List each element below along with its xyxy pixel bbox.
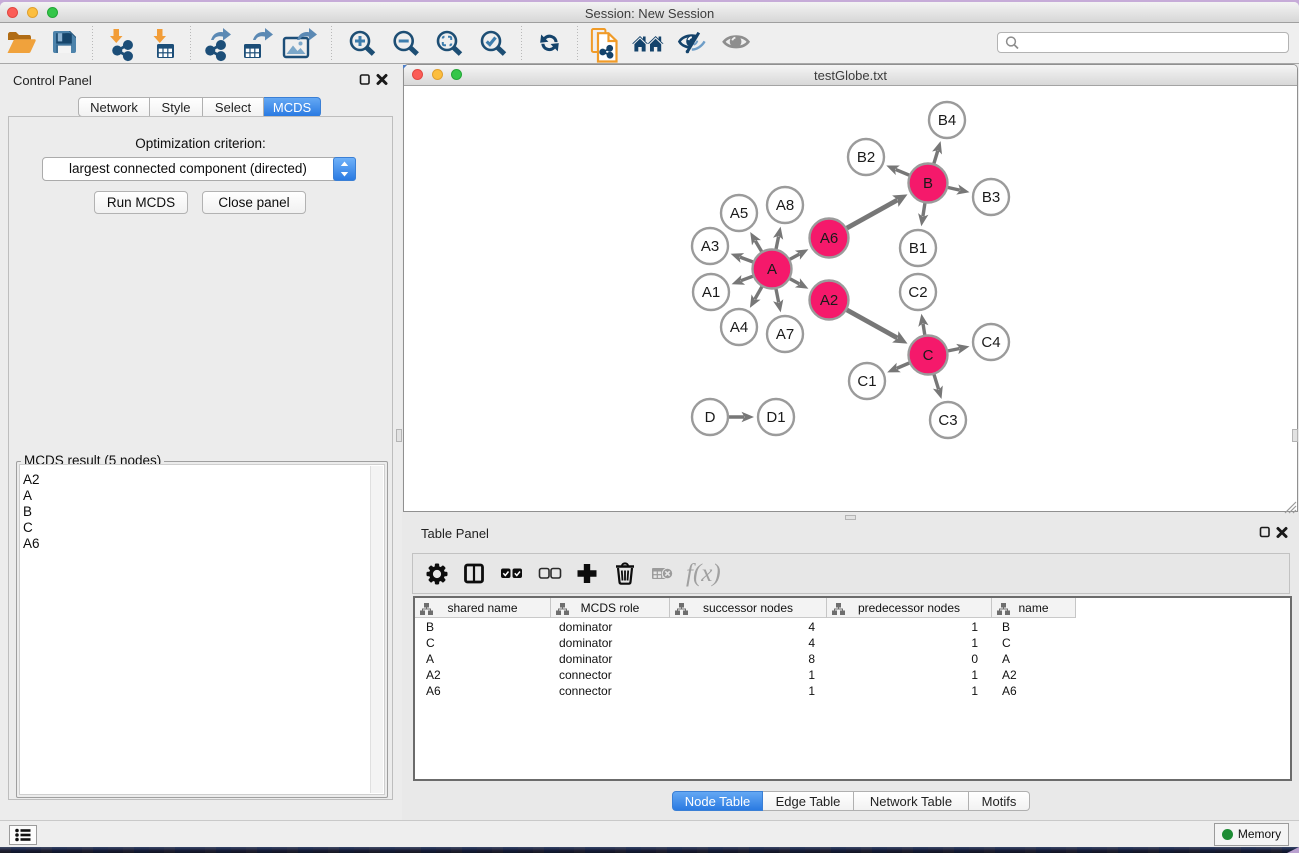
svg-text:D1: D1 bbox=[766, 409, 785, 426]
svg-text:A5: A5 bbox=[730, 205, 748, 222]
svg-text:A: A bbox=[767, 261, 777, 278]
svg-text:B1: B1 bbox=[909, 240, 927, 257]
svg-text:A7: A7 bbox=[776, 326, 794, 343]
svg-text:A1: A1 bbox=[702, 284, 720, 301]
svg-text:B3: B3 bbox=[982, 189, 1000, 206]
svg-text:B4: B4 bbox=[938, 112, 956, 129]
svg-text:A3: A3 bbox=[701, 238, 719, 255]
svg-text:A6: A6 bbox=[820, 230, 838, 247]
svg-text:A2: A2 bbox=[820, 292, 838, 309]
svg-text:C4: C4 bbox=[981, 334, 1000, 351]
svg-text:f(x): f(x) bbox=[686, 560, 721, 587]
svg-text:A4: A4 bbox=[730, 319, 748, 336]
svg-text:C: C bbox=[923, 347, 934, 364]
svg-text:C1: C1 bbox=[857, 373, 876, 390]
svg-text:A8: A8 bbox=[776, 197, 794, 214]
svg-text:C2: C2 bbox=[908, 284, 927, 301]
svg-text:D: D bbox=[705, 409, 716, 426]
svg-text:C3: C3 bbox=[938, 412, 957, 429]
svg-text:B2: B2 bbox=[857, 149, 875, 166]
svg-text:B: B bbox=[923, 175, 933, 192]
